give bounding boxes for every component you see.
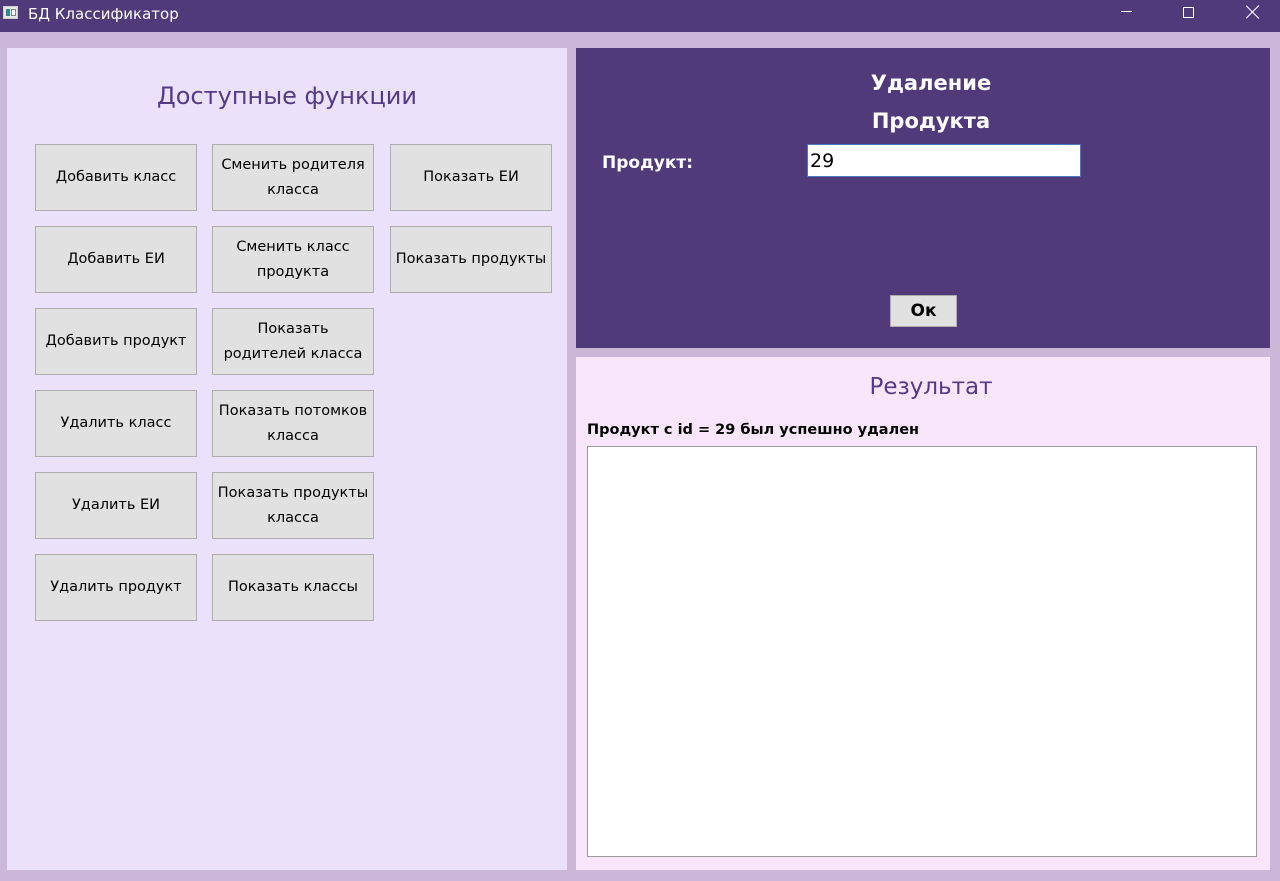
show-products-button[interactable]: Показать продукты [390, 226, 552, 293]
delete-title-line1: Удаление [870, 71, 992, 95]
show-units-button[interactable]: Показать ЕИ [390, 144, 552, 211]
add-product-button[interactable]: Добавить продукт [35, 308, 197, 375]
show-class-products-button[interactable]: Показать продукты класса [212, 472, 374, 539]
product-label: Продукт: [602, 153, 694, 173]
ok-button[interactable]: Ок [890, 295, 957, 327]
result-status-text: Продукт с id = 29 был успешно удален [587, 422, 920, 438]
show-class-descendants-button[interactable]: Показать потомков класса [212, 390, 374, 457]
functions-heading: Доступные функции [157, 82, 417, 110]
window-title: БД Классификатор [28, 5, 179, 23]
change-class-parent-button[interactable]: Сменить родителя класса [212, 144, 374, 211]
add-unit-button[interactable]: Добавить ЕИ [35, 226, 197, 293]
maximize-button[interactable] [1165, 0, 1211, 28]
app-icon [3, 6, 18, 19]
delete-unit-button[interactable]: Удалить ЕИ [35, 472, 197, 539]
close-button[interactable] [1230, 0, 1276, 28]
add-class-button[interactable]: Добавить класс [35, 144, 197, 211]
result-title: Результат [869, 374, 993, 400]
change-product-class-button[interactable]: Сменить класс продукта [212, 226, 374, 293]
delete-title-line2: Продукта [871, 109, 991, 133]
delete-product-button[interactable]: Удалить продукт [35, 554, 197, 621]
result-output-area[interactable] [587, 446, 1257, 857]
title-bar: БД Классификатор [0, 0, 1280, 32]
delete-class-button[interactable]: Удалить класс [35, 390, 197, 457]
delete-product-title: Удаление Продукта [576, 64, 1280, 140]
minimize-button[interactable] [1103, 0, 1149, 28]
minimize-icon [1120, 10, 1132, 12]
maximize-icon [1182, 6, 1194, 18]
show-classes-button[interactable]: Показать классы [212, 554, 374, 621]
close-icon [1246, 5, 1260, 19]
product-input[interactable] [807, 144, 1081, 177]
show-class-parents-button[interactable]: Показать родителей класса [212, 308, 374, 375]
